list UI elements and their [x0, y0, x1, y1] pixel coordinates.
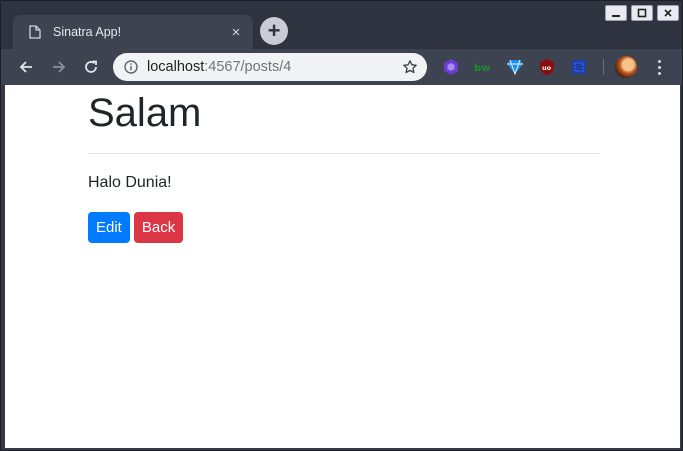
- close-icon: [664, 9, 672, 17]
- page-viewport: Salam Halo Dunia! Edit Back: [5, 85, 680, 448]
- url-host: localhost: [147, 59, 205, 75]
- tab-sinatra-app[interactable]: Sinatra App! ×: [13, 15, 253, 49]
- minimize-icon: [612, 15, 620, 17]
- forward-nav-button[interactable]: [47, 55, 71, 79]
- blue-square-extension-icon[interactable]: [569, 57, 589, 77]
- close-window-button[interactable]: [657, 5, 679, 21]
- address-bar[interactable]: localhost:4567/posts/4: [113, 53, 427, 81]
- menu-dot-icon: [657, 71, 661, 75]
- maximize-button[interactable]: [631, 5, 653, 21]
- back-nav-button[interactable]: [14, 55, 38, 79]
- ublock-extension-icon[interactable]: uo: [537, 57, 557, 77]
- post-actions: Edit Back: [88, 212, 600, 243]
- star-icon[interactable]: [401, 58, 419, 76]
- close-tab-icon[interactable]: ×: [227, 23, 245, 41]
- arrow-left-icon: [19, 61, 32, 73]
- menu-dot-icon: [657, 59, 661, 63]
- info-icon[interactable]: [123, 59, 139, 75]
- reload-icon: [85, 60, 97, 73]
- browser-menu-button[interactable]: [649, 56, 669, 78]
- tab-strip: Sinatra App! × +: [1, 1, 682, 49]
- content-container: Salam Halo Dunia! Edit Back: [88, 85, 600, 243]
- toolbar-divider: [603, 59, 604, 75]
- purple-shield-extension-icon[interactable]: [441, 57, 461, 77]
- browser-toolbar: localhost:4567/posts/4 bw uo: [1, 49, 682, 85]
- diamond-extension-icon[interactable]: [505, 57, 525, 77]
- reload-button[interactable]: [79, 55, 103, 79]
- green-text-extension-icon[interactable]: bw: [473, 57, 493, 77]
- menu-dot-icon: [657, 65, 661, 69]
- new-tab-button[interactable]: +: [260, 17, 288, 45]
- minimize-button[interactable]: [605, 5, 627, 21]
- svg-text:uo: uo: [542, 64, 552, 72]
- back-button[interactable]: Back: [133, 212, 184, 243]
- url-path: :4567/posts/4: [204, 59, 292, 75]
- edit-button[interactable]: Edit: [88, 212, 130, 243]
- page-icon: [27, 24, 43, 40]
- browser-window: Sinatra App! × + localhost:4567/posts/4…: [0, 0, 683, 451]
- profile-avatar[interactable]: [615, 56, 637, 78]
- tab-title: Sinatra App!: [53, 25, 122, 39]
- svg-text:bw: bw: [474, 63, 490, 74]
- divider: [88, 153, 600, 154]
- post-title: Salam: [88, 91, 202, 135]
- maximize-icon: [637, 8, 647, 18]
- arrow-right-icon: [53, 61, 66, 73]
- post-body: Halo Dunia!: [88, 174, 172, 191]
